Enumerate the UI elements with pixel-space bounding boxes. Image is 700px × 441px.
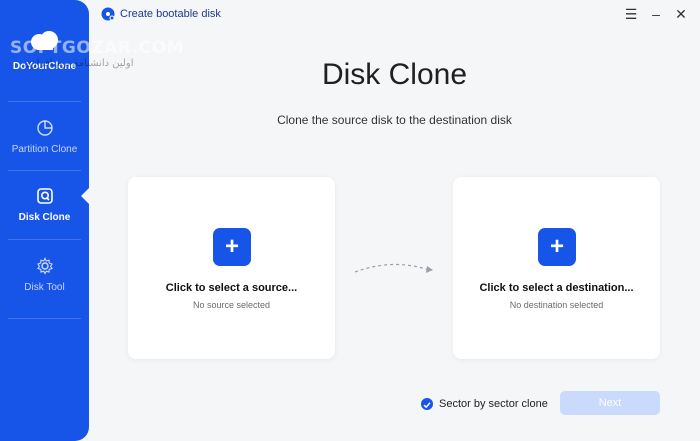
gear-icon <box>36 257 53 275</box>
sidebar-item-disk-clone[interactable]: Disk Clone <box>0 187 89 223</box>
pie-chart-icon <box>36 120 53 136</box>
page-subtitle: Clone the source disk to the destination… <box>277 113 512 127</box>
menu-button[interactable]: ☰ <box>621 4 641 24</box>
divider <box>8 239 81 240</box>
check-icon <box>423 402 431 409</box>
divider <box>8 101 81 102</box>
sidebar-item-label: Disk Clone <box>18 212 71 223</box>
source-disk-card[interactable]: + Click to select a source... No source … <box>128 177 335 359</box>
add-source-button[interactable]: + <box>213 228 251 266</box>
sidebar-item-label: Disk Tool <box>24 282 65 293</box>
next-button[interactable]: Next <box>560 391 660 415</box>
minimize-button[interactable]: – <box>646 4 666 24</box>
active-indicator <box>81 188 89 204</box>
watermark-text: SOFTGOZAR.COM <box>10 38 185 58</box>
sidebar-item-label: Partition Clone <box>11 144 78 155</box>
sector-by-sector-checkbox[interactable] <box>421 398 433 410</box>
divider <box>8 318 81 319</box>
destination-card-label: Click to select a destination... <box>479 282 634 294</box>
sidebar-item-disk-tool[interactable]: Disk Tool <box>0 257 89 293</box>
close-button[interactable]: ✕ <box>671 4 691 24</box>
sidebar-item-partition-clone[interactable]: Partition Clone <box>0 119 89 155</box>
sector-by-sector-label[interactable]: Sector by sector clone <box>439 398 548 410</box>
source-card-label: Click to select a source... <box>165 282 298 294</box>
bootable-disk-icon <box>101 7 115 21</box>
source-card-status: No source selected <box>192 300 271 310</box>
add-destination-button[interactable]: + <box>538 228 576 266</box>
dashed-arrow-icon <box>354 263 433 273</box>
disk-clone-icon <box>36 188 53 204</box>
create-bootable-disk-link[interactable]: Create bootable disk <box>120 8 221 20</box>
divider <box>8 170 81 171</box>
sidebar: DoYourClone SOFTGOZAR.COM اولین دانشنامه… <box>0 0 184 441</box>
page-title: Disk Clone <box>321 58 468 91</box>
destination-card-status: No destination selected <box>509 300 604 310</box>
title-bar: Create bootable disk ☰ – ✕ <box>89 0 700 28</box>
destination-disk-card[interactable]: + Click to select a destination... No de… <box>453 177 660 359</box>
